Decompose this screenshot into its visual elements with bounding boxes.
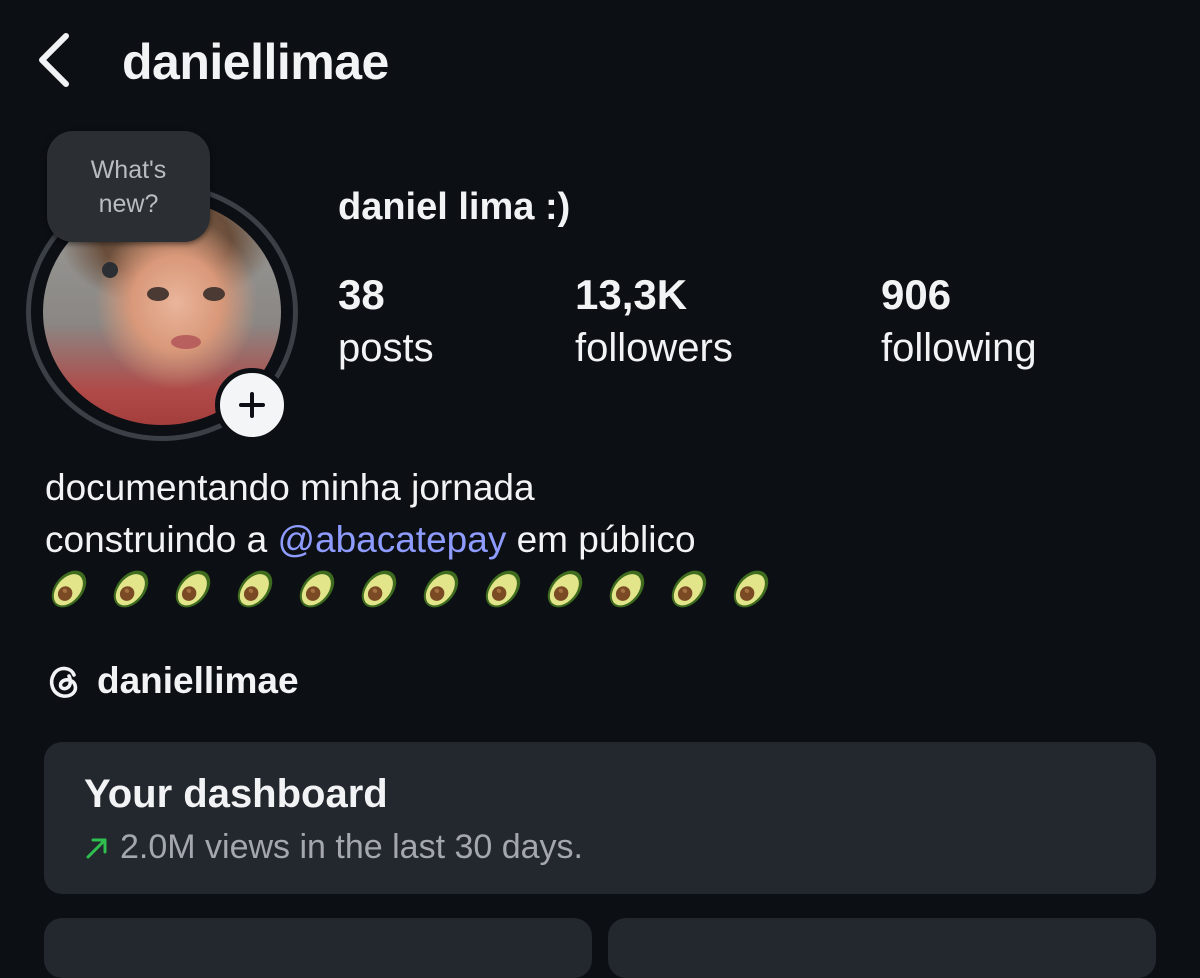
display-name: daniel lima :) [338, 186, 571, 228]
posts-label: posts [338, 326, 434, 370]
avocado-icon [423, 570, 459, 608]
whats-new-note[interactable]: What's new? [47, 131, 210, 242]
following-count: 906 [881, 271, 952, 318]
posts-stat[interactable]: 38 posts [338, 270, 434, 376]
dashboard-views-text: 2.0M views in the last 30 days. [120, 828, 584, 866]
page-title: daniellimae [122, 34, 389, 90]
avocado-icon [51, 570, 87, 608]
threads-link[interactable]: daniellimae [45, 660, 299, 702]
bio-line: construindo a @abacatepay em público [45, 514, 696, 566]
avocado-icon [733, 570, 769, 608]
following-stat[interactable]: 906 following [881, 270, 1037, 376]
dashboard-subtitle: 2.0M views in the last 30 days. [84, 828, 583, 867]
followers-label: followers [575, 326, 733, 370]
threads-icon [49, 666, 78, 698]
dashboard-title: Your dashboard [84, 772, 388, 816]
avocado-icon [361, 570, 397, 608]
followers-stat[interactable]: 13,3K followers [575, 270, 733, 376]
dashboard-card[interactable]: Your dashboard 2.0M views in the last 30… [44, 742, 1156, 894]
avocado-icon [485, 570, 521, 608]
plus-icon [239, 392, 265, 418]
bio-text: em público [506, 519, 696, 560]
posts-count: 38 [338, 271, 385, 318]
note-text: What's [90, 155, 167, 184]
note-bubble-tail [102, 262, 118, 278]
note-text: new? [98, 189, 159, 218]
mention-link[interactable]: @abacatepay [277, 519, 506, 560]
edit-profile-button[interactable] [44, 918, 592, 978]
followers-count: 13,3K [575, 271, 688, 318]
avocado-icon [175, 570, 211, 608]
avocado-icon [609, 570, 645, 608]
bio-text: construindo a [45, 519, 278, 560]
bio-line: documentando minha jornada [45, 467, 535, 508]
add-story-button[interactable] [215, 368, 289, 442]
avocado-icon [299, 570, 335, 608]
bio: documentando minha jornada construindo a… [45, 462, 696, 566]
threads-handle: daniellimae [97, 660, 299, 701]
chevron-left-icon [39, 33, 69, 87]
avocado-icon [113, 570, 149, 608]
following-label: following [881, 326, 1037, 370]
avocado-emoji-row [45, 565, 775, 613]
share-profile-button[interactable] [608, 918, 1156, 978]
trend-up-arrow-icon [86, 838, 107, 858]
avocado-icon [237, 570, 273, 608]
avocado-icon [547, 570, 583, 608]
back-button[interactable] [34, 30, 78, 90]
avocado-icon [671, 570, 707, 608]
